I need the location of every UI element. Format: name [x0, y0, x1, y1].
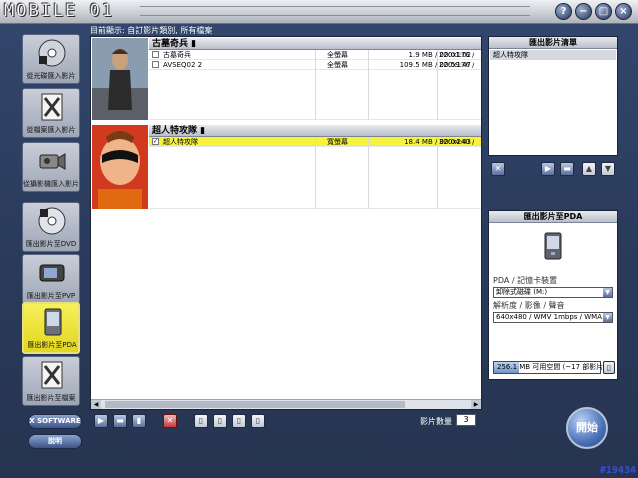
pda-export-icon: [44, 308, 62, 336]
move-up-button[interactable]: ▲: [582, 162, 596, 176]
chevron-down-icon[interactable]: ▼: [603, 288, 612, 297]
format-label: 解析度 / 影像 / 聲音: [493, 301, 565, 310]
preview-button[interactable]: ▶: [541, 162, 555, 176]
file-export-icon: [41, 361, 63, 389]
close-button[interactable]: ×: [615, 3, 632, 20]
move-down-button[interactable]: ▼: [601, 162, 615, 176]
chevron-down-icon[interactable]: ▼: [603, 313, 612, 322]
minimize-button[interactable]: −: [575, 3, 592, 20]
info-button[interactable]: ▮: [132, 414, 146, 428]
status-text: 目前顯示: 自訂影片類別, 所有檔案: [90, 26, 213, 35]
incredibles-thumbnail: [92, 125, 148, 209]
tool-button-3[interactable]: ▯: [232, 414, 246, 428]
export-pvp-button[interactable]: 匯出影片至PVP: [22, 254, 80, 304]
video-count-label: 影片數量: [420, 417, 452, 426]
import-camcorder-button[interactable]: 從攝影機匯入影片: [22, 142, 80, 192]
import-file-button[interactable]: 從檔案匯入影片: [22, 88, 80, 138]
tool-button-2[interactable]: ▯: [213, 414, 227, 428]
length-value: 0:04:43: [550, 144, 585, 153]
help-window-button[interactable]: ?: [555, 3, 572, 20]
help-button[interactable]: 說明: [28, 434, 82, 449]
play-button[interactable]: ▶: [94, 414, 108, 428]
device-select[interactable]: 卸除式磁碟 (M:) ▼: [493, 287, 613, 298]
row-checkbox[interactable]: ✓: [152, 138, 159, 145]
storage-info-button[interactable]: ▯: [603, 361, 615, 374]
export-list-title: 匯出影片清單: [489, 37, 617, 49]
export-file-button[interactable]: 匯出影片至檔案: [22, 356, 80, 406]
tool-button-4[interactable]: ▯: [251, 414, 265, 428]
row-checkbox[interactable]: [152, 51, 159, 58]
app-logo: MOBILE 01: [4, 1, 115, 21]
video-list: 古墓奇兵 ▮ 古墓奇兵 全螢幕 1.9 MB / 00:01:02 220x17…: [90, 36, 482, 410]
import-disc-button[interactable]: 從光碟匯入影片: [22, 34, 80, 84]
group-header[interactable]: 古墓奇兵 ▮: [149, 38, 481, 50]
dvd-export-icon: [38, 207, 66, 235]
camcorder-icon: [39, 153, 66, 170]
remove-item-button[interactable]: ✕: [491, 162, 505, 176]
row-checkbox[interactable]: [152, 61, 159, 68]
format-select[interactable]: 640x480 / WMV 1mbps / WMA ▼: [493, 312, 613, 323]
watermark: #19434: [599, 465, 636, 476]
pvp-export-icon: [39, 264, 65, 282]
video-count-value: 3: [456, 414, 476, 426]
export-dvd-button[interactable]: 匯出影片至DVD: [22, 202, 80, 252]
horizontal-scrollbar[interactable]: ◀ ▶: [91, 399, 481, 409]
export-pda-button[interactable]: 匯出影片至PDA: [22, 302, 80, 354]
tool-button-1[interactable]: ▯: [194, 414, 208, 428]
list-item[interactable]: 超人特攻隊: [490, 50, 616, 60]
device-label: PDA / 記憶卡裝置: [493, 276, 558, 285]
stop-preview-button[interactable]: ▬: [560, 162, 574, 176]
tomb-raider-thumbnail: [92, 38, 148, 120]
start-button[interactable]: 開始: [566, 407, 608, 449]
export-panel-title: 匯出影片至PDA: [489, 211, 617, 223]
scroll-left-icon[interactable]: ◀: [91, 400, 101, 409]
export-settings-panel: 匯出影片至PDA PDA / 記憶卡裝置 卸除式磁碟 (M:) ▼ 解析度 / …: [488, 210, 618, 380]
length-label: 片長: [490, 145, 506, 154]
group-header[interactable]: 超人特攻隊 ▮: [149, 125, 481, 137]
free-space-bar: 256.1 MB 可用空間 (~17 部影片): [493, 361, 606, 374]
maximize-button[interactable]: □: [595, 3, 612, 20]
title-bar: MOBILE 01 ? − □ ×: [0, 0, 638, 24]
scroll-right-icon[interactable]: ▶: [471, 400, 481, 409]
app-window: MOBILE 01 ? − □ × 從光碟匯入影片 從檔案匯入影片 從攝影機匯入…: [0, 0, 638, 478]
stop-button[interactable]: ▬: [113, 414, 127, 428]
export-list-panel: 匯出影片清單 超人特攻隊: [488, 36, 618, 156]
xsoftware-button[interactable]: X SOFTWARE: [28, 414, 82, 429]
pda-device-icon: [544, 232, 562, 260]
delete-button[interactable]: ✕: [163, 414, 177, 428]
file-import-icon: [41, 93, 63, 121]
disc-import-icon: [38, 39, 66, 67]
